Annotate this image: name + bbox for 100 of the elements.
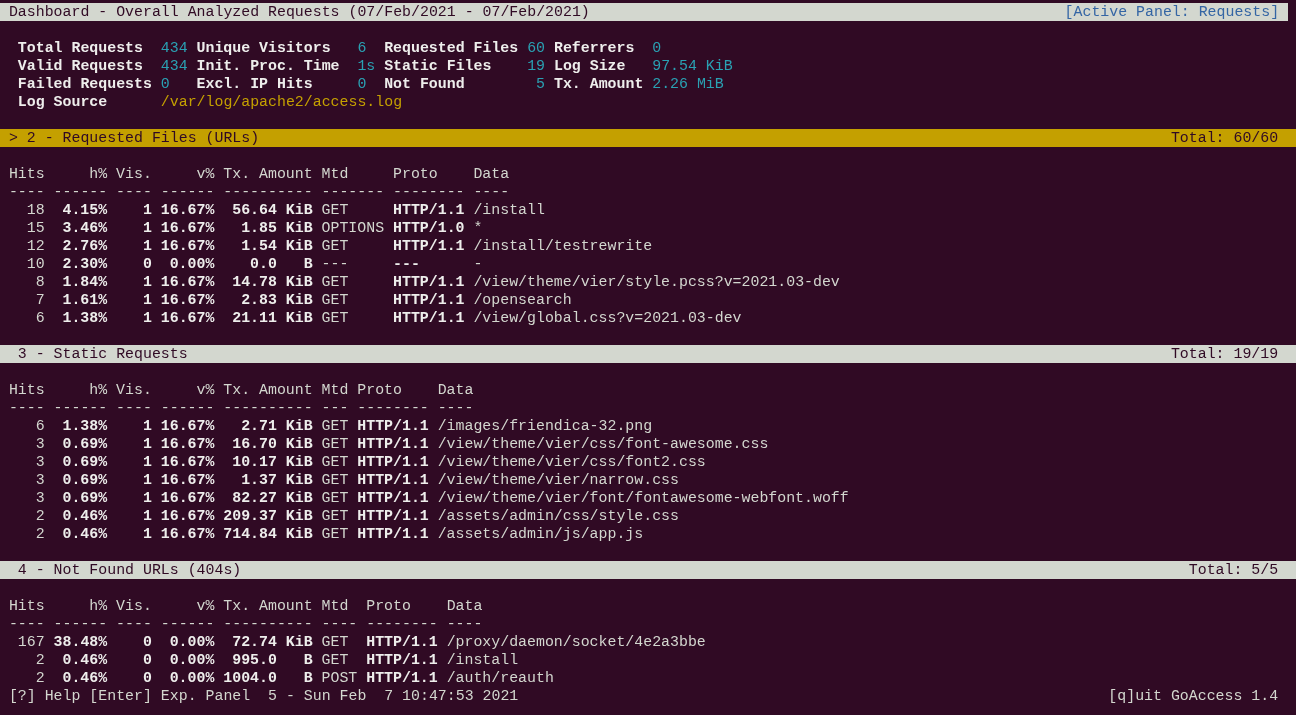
table-cell-text: GET xyxy=(321,201,350,219)
table-cell: GET xyxy=(321,525,349,543)
table-cell: 16.67% xyxy=(160,435,215,453)
table-cell-text: 2.76% xyxy=(61,237,108,255)
panel-total: Total: 19/19 xyxy=(1170,345,1279,363)
table-cell: HTTP/1.1 xyxy=(357,489,429,507)
table-cell-text: 15 xyxy=(25,219,45,237)
column-header: Vis. xyxy=(116,381,152,399)
table-cell: GET xyxy=(321,507,349,525)
column-header: h% xyxy=(88,381,108,399)
table-cell: 714.84 KiB xyxy=(223,525,313,543)
table-cell: HTTP/1.1 xyxy=(393,273,465,291)
header-rule: ------ xyxy=(160,183,215,201)
stat-label: Static Files xyxy=(384,57,493,75)
table-cell: HTTP/1.1 xyxy=(357,435,429,453)
table-cell: 1004.0 B xyxy=(223,669,313,687)
panel-header[interactable]: > 2 - Requested Files (URLs) Total: 60/60 xyxy=(0,129,1296,147)
panel-header[interactable]: 3 - Static Requests Total: 19/19 xyxy=(0,345,1296,363)
stat-label: Failed Requests xyxy=(17,75,153,93)
table-cell: 38.48% xyxy=(53,633,108,651)
table-cell-text: 2.30% xyxy=(61,255,108,273)
table-cell-text: 3.46% xyxy=(61,219,108,237)
table-cell: HTTP/1.1 xyxy=(366,651,438,669)
header-rule: ---- xyxy=(116,399,152,417)
column-header: Hits xyxy=(8,381,45,399)
table-cell-text: 2.83 KiB xyxy=(240,291,313,309)
stat-value: 97.54 KiB xyxy=(652,57,733,75)
table-cell-text: GET xyxy=(321,273,350,291)
table-cell-text: 0.00% xyxy=(168,651,215,669)
header-rule: ---- xyxy=(8,399,45,417)
table-cell-text: 21.11 KiB xyxy=(231,309,313,327)
table-cell-text: 1.38% xyxy=(61,309,108,327)
stat-value: 60 xyxy=(527,39,545,57)
panel-title: 3 - Static Requests xyxy=(17,345,188,363)
stat-value: 2.26 MiB xyxy=(652,75,724,93)
table-cell: 16.67% xyxy=(160,201,215,219)
table-cell: GET xyxy=(321,489,349,507)
header-rule: ---- xyxy=(116,183,152,201)
column-header: Data xyxy=(473,165,510,183)
table-cell: * xyxy=(473,219,483,237)
table-cell: HTTP/1.1 xyxy=(357,507,429,525)
table-cell: 209.37 KiB xyxy=(223,507,313,525)
table-cell-text: 0.46% xyxy=(61,651,108,669)
table-cell: 16.67% xyxy=(160,219,215,237)
table-cell-text: 0.00% xyxy=(168,633,215,651)
table-cell: /images/friendica-32.png xyxy=(437,417,653,435)
table-cell-text: 6 xyxy=(34,417,45,435)
table-cell-text: --- xyxy=(321,255,350,273)
column-header: Tx. Amount xyxy=(223,165,313,183)
table-cell: /assets/admin/css/style.css xyxy=(437,507,679,525)
header-rule: -------- xyxy=(357,399,429,417)
header-rule: -------- xyxy=(366,615,438,633)
table-cell-text: 1 xyxy=(141,273,152,291)
table-cell-text: 16.70 KiB xyxy=(231,435,313,453)
panel-total: Total: 5/5 xyxy=(1188,561,1279,579)
header-rule: ---- xyxy=(8,183,45,201)
table-cell-text: 12 xyxy=(25,237,45,255)
stat-value: 0 xyxy=(357,75,368,93)
table-cell-text: 3 xyxy=(34,471,45,489)
table-cell: /view/theme/vier/css/font-awesome.css xyxy=(437,435,769,453)
table-cell: HTTP/1.1 xyxy=(357,525,429,543)
stat-value: 0 xyxy=(652,39,662,57)
column-header: Vis. xyxy=(116,597,152,615)
table-cell-text: 0 xyxy=(141,255,152,273)
table-cell-text: 0.69% xyxy=(61,435,108,453)
stat-label: Total Requests xyxy=(17,39,144,57)
table-cell-text: 0 xyxy=(141,651,152,669)
table-cell-text: GET xyxy=(321,291,350,309)
table-cell: HTTP/1.1 xyxy=(357,453,429,471)
table-cell-text: 0.46% xyxy=(61,525,108,543)
table-cell-text: 1.38% xyxy=(61,417,108,435)
window-title: Dashboard - Overall Analyzed Requests (07/Feb/2021 - 07/Feb/2021) xyxy=(8,3,590,21)
header-rule: ------- xyxy=(321,183,385,201)
table-cell-text: 1 xyxy=(141,453,152,471)
table-cell: /opensearch xyxy=(473,291,572,309)
header-rule: ---- xyxy=(437,399,474,417)
column-header: Mtd xyxy=(321,597,350,615)
table-cell-text: 6 xyxy=(34,309,45,327)
table-cell-text: 0.69% xyxy=(61,453,108,471)
header-rule: ---- xyxy=(8,615,45,633)
table-cell: /assets/admin/js/app.js xyxy=(437,525,644,543)
table-cell-text: 1 xyxy=(141,435,152,453)
table-cell-text: GET xyxy=(321,309,350,327)
column-header: Hits xyxy=(8,165,45,183)
table-cell-text: 1 xyxy=(141,237,152,255)
stat-label: Tx. Amount xyxy=(553,75,645,93)
header-rule: ---------- xyxy=(223,399,313,417)
stat-value: 6 xyxy=(357,39,368,57)
table-cell: /auth/reauth xyxy=(446,669,554,687)
table-cell-text: 2 xyxy=(34,525,45,543)
panel-header[interactable]: 4 - Not Found URLs (404s) Total: 5/5 xyxy=(0,561,1296,579)
table-cell-text: 1.54 KiB xyxy=(240,237,313,255)
table-cell: HTTP/1.1 xyxy=(393,201,465,219)
stat-label: Excl. IP Hits xyxy=(196,75,314,93)
column-header: v% xyxy=(195,381,215,399)
table-cell-text: 82.27 KiB xyxy=(231,489,313,507)
table-cell-text: 1 xyxy=(141,525,152,543)
column-header: Proto xyxy=(393,165,439,183)
table-cell: - xyxy=(473,255,483,273)
table-cell-text: 1.85 KiB xyxy=(240,219,313,237)
